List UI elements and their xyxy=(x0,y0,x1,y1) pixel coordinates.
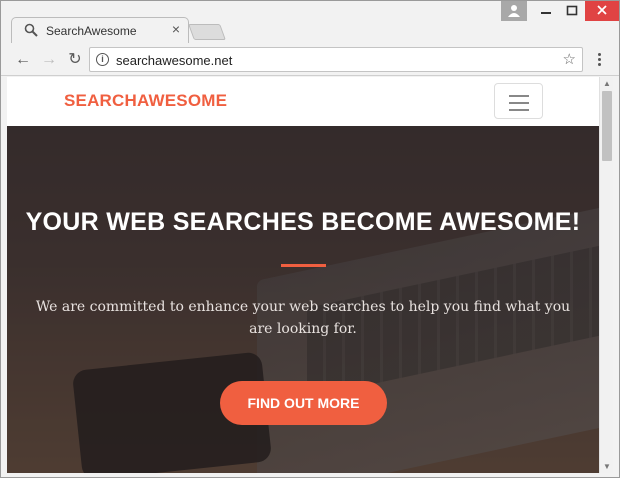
hamburger-line-icon xyxy=(508,95,529,97)
scroll-up-arrow-icon[interactable]: ▲ xyxy=(602,79,612,88)
tab-searchawesome[interactable]: SearchAwesome × xyxy=(11,17,189,44)
hero-divider xyxy=(281,264,326,267)
close-window-button[interactable] xyxy=(585,1,619,21)
tab-strip: SearchAwesome × xyxy=(1,1,619,44)
menu-dot-icon xyxy=(597,57,601,61)
scroll-down-arrow-icon[interactable]: ▼ xyxy=(602,462,612,471)
page-scrollbar[interactable]: ▲ ▼ xyxy=(599,77,613,473)
reload-button[interactable]: ↻ xyxy=(65,50,85,70)
hero-section: YOUR WEB SEARCHES BECOME AWESOME! We are… xyxy=(7,126,599,473)
menu-dot-icon xyxy=(597,62,601,66)
close-icon xyxy=(597,5,607,15)
menu-dot-icon xyxy=(597,52,601,56)
maximize-button[interactable] xyxy=(559,1,585,21)
bookmark-star-icon[interactable]: ☆ xyxy=(563,50,576,68)
maximize-icon xyxy=(566,5,578,16)
site-info-icon[interactable]: i xyxy=(96,53,109,66)
find-out-more-button[interactable]: FIND OUT MORE xyxy=(220,381,387,425)
site-brand-logo[interactable]: SEARCHAWESOME xyxy=(64,91,227,111)
new-tab-button[interactable] xyxy=(188,24,226,40)
hamburger-menu-button[interactable] xyxy=(494,83,543,119)
hamburger-line-icon xyxy=(508,109,529,111)
minimize-button[interactable] xyxy=(533,1,559,21)
forward-button[interactable]: → xyxy=(39,50,59,70)
hero-title: YOUR WEB SEARCHES BECOME AWESOME! xyxy=(25,208,581,236)
user-icon xyxy=(508,5,520,17)
user-profile-button[interactable] xyxy=(501,1,527,21)
minimize-icon xyxy=(541,12,551,14)
hero-description: We are committed to enhance your web sea… xyxy=(35,299,571,337)
browser-menu-button[interactable] xyxy=(594,51,604,69)
url-text[interactable]: searchawesome.net xyxy=(116,53,232,68)
browser-toolbar: ← → ↻ i searchawesome.net ☆ xyxy=(1,43,619,76)
scrollbar-thumb[interactable] xyxy=(602,91,612,161)
hamburger-line-icon xyxy=(508,102,529,104)
tab-close-icon[interactable]: × xyxy=(172,21,180,37)
back-button[interactable]: ← xyxy=(13,50,33,70)
page-viewport: SEARCHAWESOME YOUR WEB SEARCHES BECOME A… xyxy=(7,77,599,473)
search-icon xyxy=(24,23,38,37)
site-navbar: SEARCHAWESOME xyxy=(7,77,599,126)
address-bar[interactable]: i searchawesome.net ☆ xyxy=(89,47,583,72)
browser-window: SearchAwesome × ← → ↻ i searchawesome.ne… xyxy=(0,0,620,478)
tab-title: SearchAwesome xyxy=(46,24,137,38)
